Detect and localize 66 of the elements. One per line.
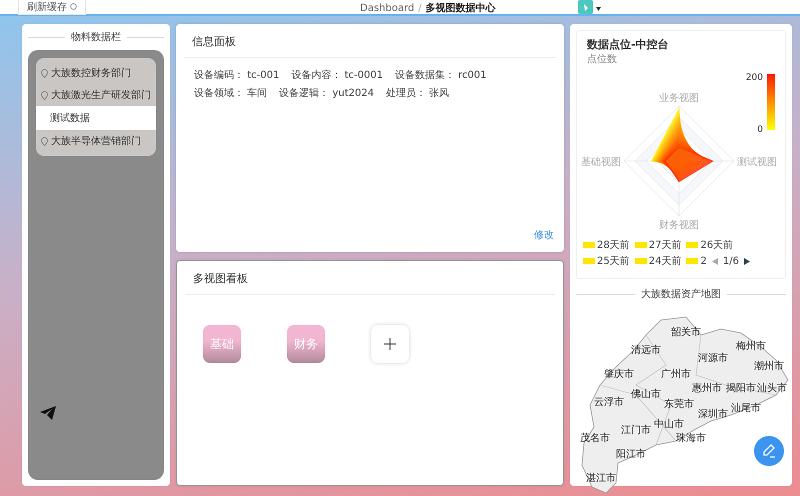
device-field: 设备数据集： rc001 bbox=[394, 68, 487, 82]
refresh-cache-button[interactable]: 刷新缓存 bbox=[18, 0, 86, 14]
city-label: 汕头市 bbox=[757, 383, 787, 395]
city-label: 清远市 bbox=[631, 345, 661, 357]
legend-item[interactable]: 24天前 bbox=[634, 254, 682, 268]
scale-max-label: 200 bbox=[746, 73, 763, 83]
axis-label: 财务视图 bbox=[659, 220, 699, 231]
breadcrumb-link[interactable]: 多视图数据中心 bbox=[426, 1, 496, 15]
legend-page-indicator: 1/6 bbox=[722, 256, 739, 266]
city-label: 云浮市 bbox=[594, 397, 624, 409]
caret-icon[interactable] bbox=[596, 7, 601, 11]
location-pin-icon bbox=[41, 68, 48, 78]
legend-item[interactable]: 26天前 bbox=[686, 238, 734, 252]
city-label: 肇庆市 bbox=[604, 369, 634, 381]
previous-page-icon[interactable] bbox=[712, 258, 718, 264]
legend-item[interactable]: 28天前 bbox=[583, 238, 630, 252]
axis-label: 测试视图 bbox=[737, 157, 777, 168]
color-scale-bar[interactable] bbox=[767, 74, 775, 130]
scale-min-label: 0 bbox=[757, 125, 763, 135]
axis-label: 基础视图 bbox=[581, 157, 621, 168]
map-title: 大族数据资产地图 bbox=[641, 288, 721, 301]
department-item[interactable]: 大族数控财务部门 bbox=[36, 62, 156, 84]
device-field: 设备内容： tc-0001 bbox=[291, 68, 383, 82]
chart-title: 数据点位-中控台 bbox=[586, 37, 670, 52]
panel-title: 多视图看板 bbox=[185, 267, 555, 295]
legend-item[interactable]: 27天前 bbox=[634, 238, 682, 252]
city-label: 揭阳市 bbox=[726, 383, 756, 395]
pencil-icon bbox=[762, 444, 776, 458]
city-label: 潮州市 bbox=[754, 361, 784, 373]
city-label: 惠州市 bbox=[692, 383, 722, 395]
department-item[interactable]: 测试数据 bbox=[36, 106, 156, 130]
city-label: 东莞市 bbox=[664, 399, 694, 411]
city-label: 阳江市 bbox=[616, 449, 646, 461]
city-label: 汕尾市 bbox=[731, 403, 761, 415]
legend-item[interactable]: 2 bbox=[686, 256, 707, 266]
department-item[interactable]: 大族半导体营销部门 bbox=[36, 130, 156, 152]
breadcrumb-link[interactable]: Dashboard bbox=[360, 2, 414, 14]
department-item[interactable]: 大族激光生产研发部门 bbox=[36, 84, 156, 106]
city-label: 佛山市 bbox=[631, 389, 661, 401]
city-label: 河源市 bbox=[698, 353, 728, 365]
plus-icon bbox=[384, 338, 396, 350]
city-label: 茂名市 bbox=[580, 433, 610, 445]
city-label: 梅州市 bbox=[736, 341, 766, 353]
city-label: 广州市 bbox=[661, 369, 691, 381]
city-label: 深圳市 bbox=[698, 409, 728, 421]
location-pin-icon bbox=[41, 90, 48, 100]
chart-subtitle: 点位数 bbox=[586, 52, 618, 66]
breadcrumb-separator: / bbox=[418, 2, 422, 14]
city-label: 韶关市 bbox=[671, 327, 701, 339]
next-page-icon[interactable] bbox=[744, 258, 750, 264]
city-label: 中山市 bbox=[654, 419, 684, 431]
device-field: 设备编码： tc-001 bbox=[194, 68, 280, 82]
paper-plane-icon[interactable] bbox=[40, 406, 56, 420]
location-pin-icon bbox=[41, 136, 48, 146]
city-label: 江门市 bbox=[621, 425, 651, 437]
device-field: 设备领域： 车间 bbox=[194, 86, 268, 100]
panel-title: 信息面板 bbox=[184, 30, 556, 58]
refresh-icon bbox=[70, 3, 77, 10]
device-field: 处理员： 张风 bbox=[386, 86, 450, 100]
legend-item[interactable]: 25天前 bbox=[583, 254, 630, 268]
city-label: 湛江市 bbox=[586, 473, 616, 485]
edit-button[interactable] bbox=[754, 436, 784, 466]
axis-label: 业务视图 bbox=[659, 93, 699, 104]
device-field: 设备逻辑： yut2024 bbox=[279, 86, 374, 100]
city-label: 珠海市 bbox=[676, 433, 706, 445]
sidebar-title: 物料数据栏 bbox=[71, 30, 121, 44]
